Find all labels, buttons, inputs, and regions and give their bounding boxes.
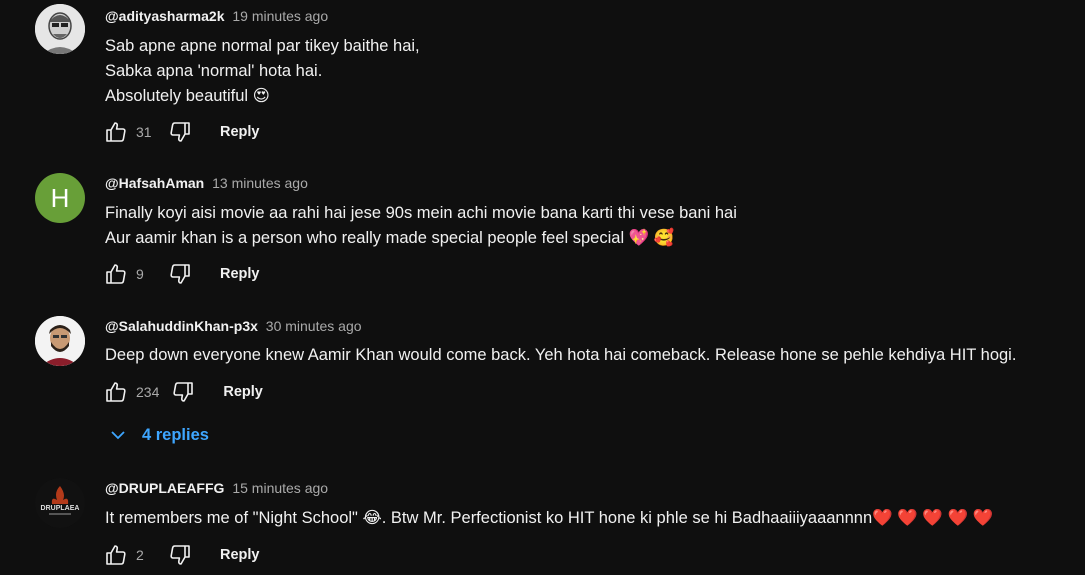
thumbs-down-icon	[170, 122, 190, 142]
comment-actions: 9 Reply	[102, 260, 260, 288]
dislike-button[interactable]	[169, 378, 197, 406]
comment-line: Aur aamir khan is a person who really ma…	[105, 229, 675, 247]
comment-line: Sab apne apne normal par tikey baithe ha…	[105, 37, 420, 55]
comment-author[interactable]: @SalahuddinKhan-p3x	[105, 318, 258, 334]
comment-thread: @adityasharma2k 19 minutes ago Sab apne …	[0, 0, 1085, 150]
comment-thread: @SalahuddinKhan-p3x 30 minutes ago Deep …	[0, 313, 1085, 423]
comment-timestamp[interactable]: 19 minutes ago	[232, 8, 328, 24]
comment-timestamp[interactable]: 30 minutes ago	[266, 318, 362, 334]
replies-count-label: 4 replies	[142, 425, 209, 444]
view-replies-button[interactable]: 4 replies	[108, 422, 209, 448]
dislike-button[interactable]	[166, 541, 194, 569]
comment-line: Sabka apna 'normal' hota hai.	[105, 62, 323, 80]
avatar[interactable]: DRUPLAEA	[35, 478, 85, 528]
reply-button[interactable]: Reply	[223, 384, 263, 400]
comment-line: Finally koyi aisi movie aa rahi hai jese…	[105, 204, 737, 222]
comment-line: Absolutely beautiful 😍	[105, 87, 270, 105]
reply-button[interactable]: Reply	[220, 266, 260, 282]
comment-actions: 234 Reply	[102, 378, 263, 406]
comment-author[interactable]: @adityasharma2k	[105, 8, 225, 24]
thumbs-down-icon	[173, 382, 194, 402]
reply-button[interactable]: Reply	[220, 547, 260, 563]
avatar[interactable]: H	[35, 173, 85, 223]
chevron-down-icon	[108, 425, 128, 445]
comment-author[interactable]: @DRUPLAEAFFG	[105, 480, 224, 496]
avatar[interactable]	[35, 4, 85, 54]
like-count: 2	[136, 547, 144, 563]
dislike-button[interactable]	[166, 260, 194, 288]
like-button[interactable]	[102, 118, 130, 146]
like-count: 9	[136, 266, 144, 282]
comment-timestamp[interactable]: 13 minutes ago	[212, 175, 308, 191]
like-button[interactable]	[102, 378, 130, 406]
comment-text: It remembers me of "Night School" 😂. Btw…	[105, 506, 993, 531]
avatar[interactable]	[35, 316, 85, 366]
comment-thread: DRUPLAEA @DRUPLAEAFFG 15 minutes ago It …	[0, 475, 1085, 575]
like-count: 234	[136, 384, 160, 400]
reply-button[interactable]: Reply	[220, 124, 260, 140]
like-button[interactable]	[102, 260, 130, 288]
comment-actions: 2 Reply	[102, 541, 260, 569]
thumbs-down-icon	[170, 545, 190, 565]
comment-text: Sab apne apne normal par tikey baithe ha…	[105, 34, 420, 109]
dislike-button[interactable]	[166, 118, 194, 146]
comment-author[interactable]: @HafsahAman	[105, 175, 204, 191]
thumbs-up-icon	[106, 264, 126, 284]
comment-line: Deep down everyone knew Aamir Khan would…	[105, 346, 1017, 364]
svg-text:DRUPLAEA: DRUPLAEA	[41, 505, 80, 512]
like-count: 31	[136, 124, 152, 140]
comment-text: Finally koyi aisi movie aa rahi hai jese…	[105, 201, 737, 251]
comment-line: It remembers me of "Night School" 😂. Btw…	[105, 509, 994, 527]
thumbs-up-icon	[106, 122, 126, 142]
like-button[interactable]	[102, 541, 130, 569]
comment-thread: H @HafsahAman 13 minutes ago Finally koy…	[0, 170, 1085, 300]
thumbs-down-icon	[170, 264, 190, 284]
comment-timestamp[interactable]: 15 minutes ago	[232, 480, 328, 496]
comment-text: Deep down everyone knew Aamir Khan would…	[105, 343, 1016, 368]
avatar-letter: H	[50, 182, 70, 213]
thumbs-up-icon	[106, 382, 126, 402]
thumbs-up-icon	[106, 545, 126, 565]
comment-actions: 31 Reply	[102, 118, 260, 146]
